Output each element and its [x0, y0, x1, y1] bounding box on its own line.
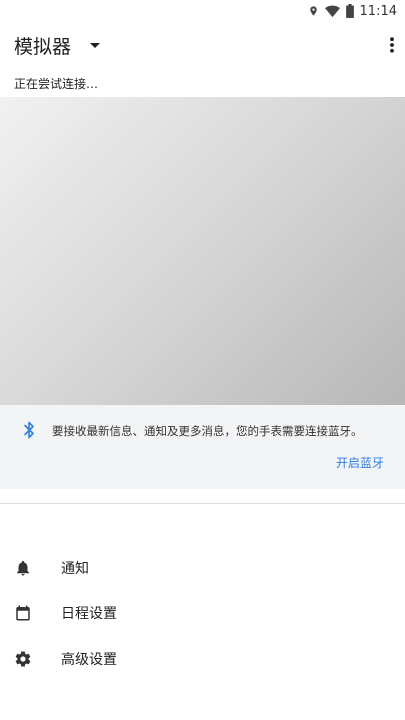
menu-item-label: 日程设置 — [61, 606, 117, 623]
wifi-icon — [324, 5, 340, 18]
app-title: 模拟器 — [14, 35, 72, 58]
bluetooth-message: 要接收最新信息、通知及更多消息，您的手表需要连接蓝牙。 — [52, 424, 363, 438]
menu-item-advanced[interactable]: 高级设置 — [0, 636, 405, 682]
gear-icon — [14, 650, 32, 668]
bluetooth-icon — [23, 421, 35, 443]
settings-menu: 通知 日程设置 高级设置 — [0, 545, 405, 682]
watch-preview — [0, 97, 405, 405]
more-vert-icon[interactable] — [389, 37, 395, 53]
location-icon — [308, 4, 319, 18]
menu-item-label: 高级设置 — [61, 651, 117, 668]
status-bar: 11:14 — [0, 0, 405, 22]
divider — [0, 503, 405, 504]
bluetooth-card: 要接收最新信息、通知及更多消息，您的手表需要连接蓝牙。 开启蓝牙 — [0, 405, 405, 489]
battery-icon — [345, 4, 354, 18]
app-bar: 模拟器 — [0, 22, 405, 68]
arrow-drop-down-icon[interactable] — [89, 42, 101, 49]
menu-item-schedule[interactable]: 日程设置 — [0, 591, 405, 637]
enable-bluetooth-button[interactable]: 开启蓝牙 — [336, 454, 384, 471]
menu-item-label: 通知 — [61, 560, 89, 577]
bell-icon — [14, 559, 32, 577]
connection-status: 正在尝试连接… — [14, 77, 99, 91]
status-time: 11:14 — [359, 3, 397, 19]
device-selector[interactable]: 模拟器 — [14, 32, 101, 59]
calendar-icon — [14, 604, 32, 622]
menu-item-notifications[interactable]: 通知 — [0, 545, 405, 591]
